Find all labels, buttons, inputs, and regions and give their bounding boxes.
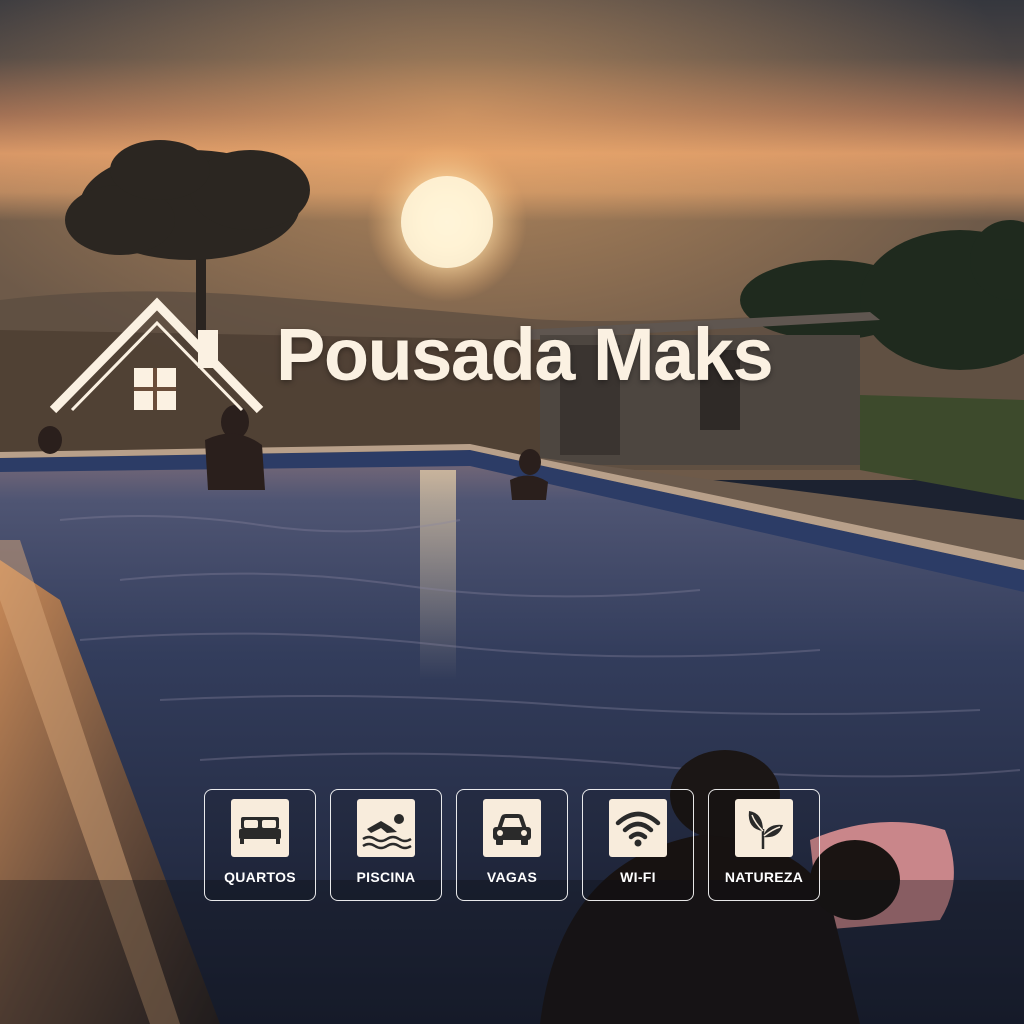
brand-name: Pousada Maks [276,313,774,396]
wifi-icon [609,799,667,857]
brand-logo: Pousada Maks [50,296,890,416]
amenity-piscina: PISCINA [330,789,442,901]
house-icon [50,297,264,414]
car-icon [483,799,541,857]
amenity-label: NATUREZA [724,869,804,885]
amenity-label: PISCINA [356,869,416,885]
amenities-bar: QUARTOS PISCINA VAGAS WI-FI NATUREZA [204,789,820,903]
amenity-quartos: QUARTOS [204,789,316,901]
amenity-label: WI-FI [620,869,656,885]
bed-icon [231,799,289,857]
amenity-natureza: NATUREZA [708,789,820,901]
amenity-label: VAGAS [486,869,538,885]
swimmer-icon [357,799,415,857]
leaf-icon [735,799,793,857]
amenity-vagas: VAGAS [456,789,568,901]
amenity-label: QUARTOS [224,869,296,885]
amenity-wifi: WI-FI [582,789,694,901]
